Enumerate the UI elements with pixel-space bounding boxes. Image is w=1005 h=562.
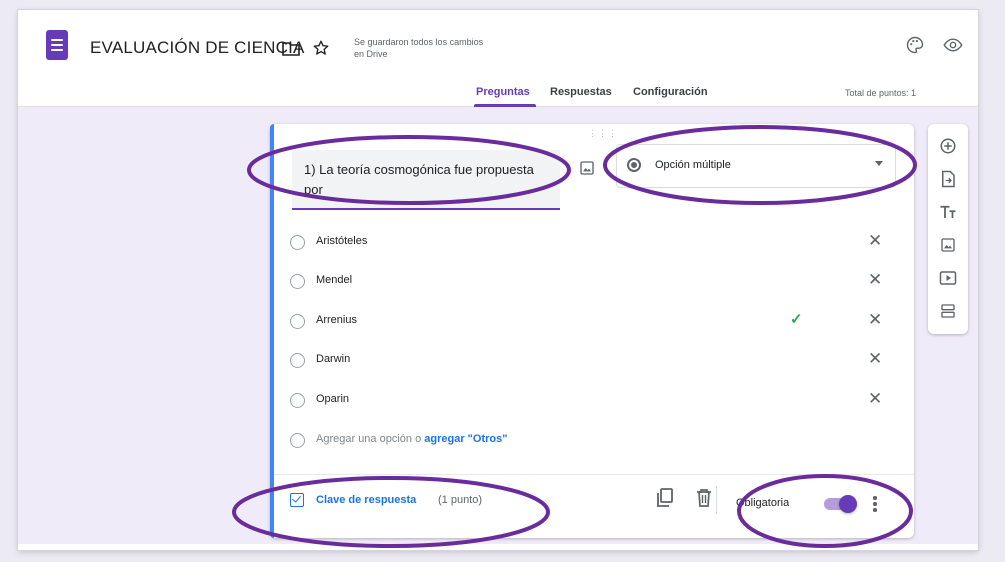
option-label[interactable]: Mendel [316, 274, 352, 286]
option-label[interactable]: Aristóteles [316, 235, 367, 247]
add-other-link[interactable]: agregar "Otros" [424, 433, 507, 445]
duplicate-icon[interactable] [656, 488, 676, 510]
card-focus-accent [270, 124, 274, 538]
add-video-icon[interactable] [938, 268, 958, 288]
option-row[interactable]: Aristóteles ✕ [290, 231, 890, 254]
remove-option-icon[interactable]: ✕ [868, 270, 882, 290]
more-options-icon[interactable] [872, 494, 878, 514]
question-type-label: Opción múltiple [655, 159, 731, 171]
form-icon[interactable] [46, 30, 68, 60]
answer-key-points: (1 punto) [438, 494, 483, 506]
add-option-row: Agregar una opción o agregar "Otros" [290, 430, 890, 452]
correct-answer-check-icon: ✓ [790, 311, 803, 328]
question-type-dropdown[interactable]: Opción múltiple [616, 144, 896, 188]
palette-icon[interactable] [904, 34, 926, 56]
radio-circle-icon [290, 274, 305, 289]
remove-option-icon[interactable]: ✕ [868, 310, 882, 330]
or-word: o [415, 433, 422, 445]
title-text-icon[interactable] [938, 202, 958, 222]
tab-preguntas[interactable]: Preguntas [476, 86, 530, 98]
answer-key-check-icon [290, 493, 304, 507]
remove-option-icon[interactable]: ✕ [868, 349, 882, 369]
folder-icon[interactable] [280, 38, 302, 60]
add-option-link[interactable]: Agregar una opción [316, 433, 412, 445]
option-row[interactable]: Arrenius ✓ ✕ [290, 310, 890, 333]
trash-icon[interactable] [696, 488, 716, 510]
app-header: EVALUACIÓN DE CIENCIA Se guardaron todos… [18, 10, 978, 107]
side-toolbar [928, 124, 968, 334]
required-toggle[interactable] [824, 495, 857, 513]
dropdown-arrow-icon [875, 161, 883, 166]
total-points: Total de puntos: 1 [844, 88, 916, 98]
required-label: Obligatoria [736, 497, 790, 509]
radio-circle-icon [290, 393, 305, 408]
add-image-icon[interactable] [938, 235, 958, 255]
tab-respuestas[interactable]: Respuestas [550, 86, 612, 98]
next-card-edge [18, 544, 978, 550]
option-label[interactable]: Oparin [316, 393, 349, 405]
add-image-to-question-icon[interactable] [579, 160, 595, 181]
footer-separator [716, 486, 717, 514]
save-status: Se guardaron todos los cambios en Drive [354, 37, 484, 59]
radio-circle-icon [290, 433, 305, 448]
option-row[interactable]: Mendel ✕ [290, 270, 890, 293]
form-title[interactable]: EVALUACIÓN DE CIENCIA [90, 38, 305, 58]
star-icon[interactable] [310, 37, 332, 59]
card-footer-divider [274, 474, 914, 475]
active-tab-indicator [474, 104, 536, 107]
tab-configuracion[interactable]: Configuración [633, 86, 708, 98]
drag-handle-icon[interactable]: ⋮⋮⋮ [588, 128, 618, 139]
radio-button-icon [627, 158, 641, 172]
radio-circle-icon [290, 353, 305, 368]
radio-circle-icon [290, 235, 305, 250]
add-section-icon[interactable] [938, 301, 958, 321]
preview-eye-icon[interactable] [942, 34, 964, 56]
option-row[interactable]: Oparin ✕ [290, 389, 890, 412]
option-label[interactable]: Arrenius [316, 314, 357, 326]
option-row[interactable]: Darwin ✕ [290, 349, 890, 372]
question-title-field[interactable]: 1) La teoría cosmogónica fue propuesta p… [292, 150, 560, 210]
import-questions-icon[interactable] [938, 169, 958, 189]
remove-option-icon[interactable]: ✕ [868, 231, 882, 251]
radio-circle-icon [290, 314, 305, 329]
option-label[interactable]: Darwin [316, 353, 350, 365]
add-question-icon[interactable] [938, 136, 958, 156]
forms-window: EVALUACIÓN DE CIENCIA Se guardaron todos… [18, 10, 978, 550]
answer-key-label: Clave de respuesta [316, 494, 417, 506]
remove-option-icon[interactable]: ✕ [868, 389, 882, 409]
